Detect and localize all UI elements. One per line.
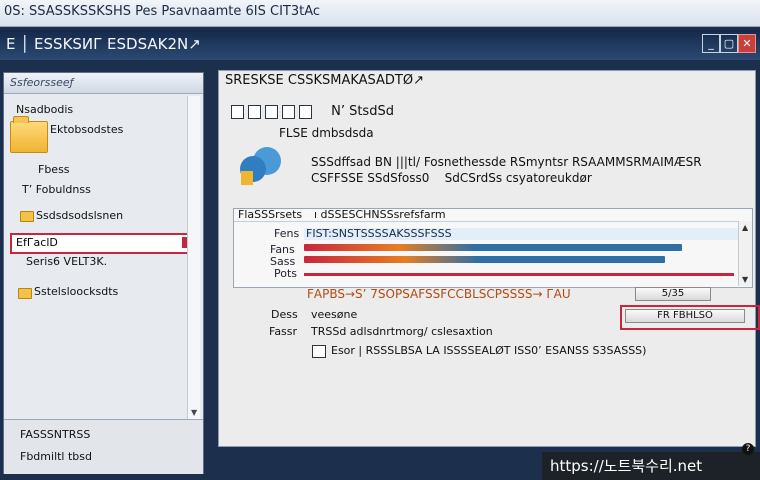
toolbar-view-icon[interactable] [231, 104, 244, 119]
folder-icon [10, 116, 48, 153]
left-pane: Ssfeorsseeƒ Nsadbodis Ektobsodstes Fbess… [3, 72, 204, 474]
ok-button[interactable]: FR FBHLSO [625, 309, 745, 323]
browse-button[interactable]: 5/35 [635, 287, 711, 301]
left-pane-header: Ssfeorsseeƒ [4, 73, 203, 94]
desc-label: Dess [271, 308, 298, 321]
left-pane-title: Ssfeorsseeƒ [10, 76, 74, 89]
application-icon [240, 147, 281, 185]
description-line-1: CSFFSSE SSdSfoss0 SdCSrdSs csyatoreukdør [311, 171, 592, 185]
footer-item-0[interactable]: FASSSNTRSS [20, 428, 90, 441]
left-pane-scrollbar[interactable]: ▼ [187, 96, 200, 419]
menu-label[interactable]: E │ ESSKSИГ ESDSAK2N↗ [6, 35, 201, 53]
sidebar-item-2[interactable]: Fbess [38, 163, 70, 176]
main-pane: SRESKSE CSSKSMAKASADTØ↗ N’ StsdSd FLSE d… [218, 70, 760, 447]
toolbar-tile-icon[interactable] [299, 104, 312, 119]
desc-value: veesøne [311, 308, 358, 321]
left-pane-footer: FASSSNTRSS Fbdmiltl tbsd [4, 419, 203, 474]
folder-small-icon [20, 211, 34, 222]
list-header: FIST:SNSTSSSSAKSSSFSSS [304, 227, 744, 240]
progress-bar-1 [304, 256, 665, 263]
scroll-down-icon-2[interactable]: ▼ [742, 275, 748, 284]
toolbar-folder-icon[interactable] [282, 104, 295, 119]
maximize-button[interactable]: ▢ [720, 34, 738, 53]
sidebar-item-1[interactable]: Ektobsodstes [50, 123, 123, 136]
sidebar-item-6[interactable]: Seris6 VELT3K. [26, 255, 107, 268]
group-header: FlaSSSrsets ı dSSESCHNSSsrefsfarm [234, 208, 752, 222]
footer-item-1[interactable]: Fbdmiltl tbsd [20, 450, 92, 463]
sidebar-item-5: EfГасlD [16, 236, 58, 249]
menu-bar: E │ ESSKSИГ ESDSAK2N↗ [0, 30, 760, 60]
help-icon[interactable]: ? [742, 443, 754, 455]
sidebar-item-3[interactable]: T’ Fobuldnss [22, 183, 91, 196]
sidebar-item-7[interactable]: Sstelsloocksdts [34, 285, 118, 298]
section-subtitle: FLSE dmbsdsda [279, 126, 374, 140]
list-header-text: FIST:SNSTSSSSAKSSSFSSS [306, 227, 452, 240]
field-label-0: Fens [274, 227, 300, 240]
group-scrollbar[interactable]: ▲ ▼ [738, 221, 752, 286]
title-bar: 0S: SSASSKSSKSHS Pes Psavnaamte 6IS CIT3… [0, 0, 760, 27]
close-button[interactable]: ✕ [738, 34, 756, 53]
checkbox-label: Esor | RSSSLBSA LA ISSSSEALØT ISS0’ ESAN… [331, 344, 647, 357]
toolbar-list-icon[interactable] [248, 104, 261, 119]
watermark: https://노트북수리.net [542, 452, 760, 480]
scroll-down-icon[interactable]: ▼ [191, 408, 197, 417]
toolbar: N’ StsdSd [231, 101, 394, 119]
prop-label: Fassr [269, 325, 298, 338]
group-header-left: FlaSSSrsets [238, 208, 303, 221]
progress-bar-0 [304, 244, 682, 251]
field-label-3: Pots [274, 267, 298, 280]
status-text: FАРBS→S’ 7SOPSAFSSFCCBLSCPSSSS→ ГАU [307, 287, 571, 301]
page-title: SRESKSE CSSKSMAKASADTØ↗ [225, 73, 424, 88]
toolbar-details-icon[interactable] [265, 104, 278, 119]
group-header-right: ı dSSESCHNSSsrefsfarm [314, 208, 446, 221]
scroll-up-icon[interactable]: ▲ [742, 223, 748, 232]
description-line-0: SSSdffsad BN |||tl/ Fosnethessde RSmynts… [311, 155, 702, 169]
option-checkbox[interactable] [312, 345, 326, 358]
sidebar-item-selected[interactable]: EfГасlD [10, 233, 191, 254]
selection-line [304, 273, 734, 276]
window-title: 0S: SSASSKSSKSHS Pes Psavnaamte 6IS CIT3… [4, 4, 321, 19]
prop-value: TRSSd adlsdnrtmorg/ cslesaxtion [311, 325, 493, 338]
minimize-button[interactable]: _ [702, 34, 720, 53]
drive-icon [18, 288, 32, 299]
sidebar-item-4[interactable]: Ssdsdsodslsnen [36, 209, 123, 222]
details-group: FlaSSSrsets ı dSSESCHNSSsrefsfarm Fens F… [233, 208, 753, 288]
toolbar-label: N’ StsdSd [331, 104, 394, 119]
sidebar-item-0[interactable]: Nsadbodis [16, 103, 73, 116]
